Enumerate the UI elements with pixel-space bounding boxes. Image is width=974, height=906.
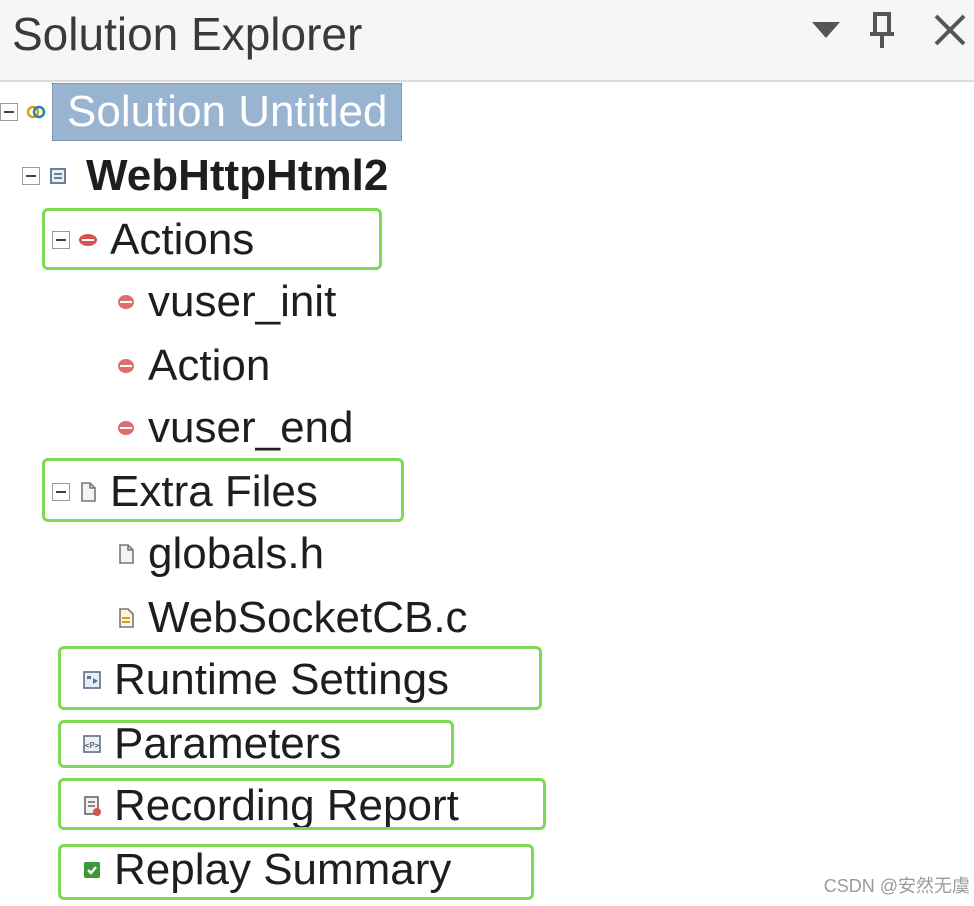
collapse-toggle[interactable] — [52, 483, 70, 501]
tree-item-label: Actions — [110, 215, 255, 264]
tree-item-label: Parameters — [114, 719, 342, 768]
script-icon — [46, 164, 70, 188]
replay-summary-icon — [80, 858, 104, 882]
collapse-toggle[interactable] — [52, 231, 70, 249]
tree-item-action-file[interactable]: vuser_end — [114, 398, 353, 458]
tree-item-label: vuser_init — [148, 277, 337, 326]
solution-icon — [24, 100, 48, 124]
tree-item-extra-file[interactable]: WebSocketCB.c — [114, 588, 468, 648]
tree-item-label: Action — [148, 341, 271, 390]
actions-icon — [76, 228, 100, 252]
tree-item-label: globals.h — [148, 529, 325, 578]
tree-item-solution[interactable]: Solution Untitled — [0, 82, 403, 142]
tree-item-parameters[interactable]: <P> Parameters — [80, 714, 341, 774]
tree-item-label: Extra Files — [110, 467, 318, 516]
recording-report-icon — [80, 794, 104, 818]
close-icon — [934, 14, 966, 46]
tree-item-script[interactable]: WebHttpHtml2 — [22, 146, 388, 206]
tree-item-label: Recording Report — [114, 781, 459, 830]
runtime-settings-icon — [80, 668, 104, 692]
collapse-toggle[interactable] — [0, 103, 18, 121]
tree-item-label: WebHttpHtml2 — [86, 151, 389, 200]
file-icon — [76, 480, 100, 504]
solution-tree: Solution Untitled WebHttpHtml2 Actions v… — [0, 80, 974, 906]
tree-item-replay-summary[interactable]: Replay Summary — [80, 840, 451, 900]
tree-item-label: Runtime Settings — [114, 655, 450, 704]
collapse-toggle[interactable] — [22, 167, 40, 185]
tree-item-recording-report[interactable]: Recording Report — [80, 776, 459, 836]
tree-item-actions[interactable]: Actions — [52, 210, 254, 270]
panel-title: Solution Explorer — [12, 8, 363, 60]
close-button[interactable] — [928, 8, 972, 52]
pin-icon — [870, 12, 894, 48]
c-file-icon — [114, 606, 138, 630]
tree-item-label: WebSocketCB.c — [148, 593, 468, 642]
tree-item-runtime-settings[interactable]: Runtime Settings — [80, 650, 449, 710]
svg-text:<P>: <P> — [85, 741, 100, 750]
tree-item-extra-files[interactable]: Extra Files — [52, 462, 318, 522]
action-file-icon — [114, 354, 138, 378]
tree-item-label: Replay Summary — [114, 845, 452, 894]
tree-item-label: vuser_end — [148, 403, 354, 452]
pin-button[interactable] — [860, 8, 904, 52]
file-icon — [114, 542, 138, 566]
chevron-down-icon — [812, 22, 840, 38]
panel-header: Solution Explorer — [0, 0, 974, 82]
dropdown-button[interactable] — [804, 8, 848, 52]
parameters-icon: <P> — [80, 732, 104, 756]
tree-item-action-file[interactable]: Action — [114, 336, 270, 396]
action-file-icon — [114, 416, 138, 440]
action-file-icon — [114, 290, 138, 314]
tree-item-label: Solution Untitled — [52, 83, 403, 141]
tree-item-action-file[interactable]: vuser_init — [114, 272, 336, 332]
tree-item-extra-file[interactable]: globals.h — [114, 524, 324, 584]
watermark: CSDN @安然无虞 — [823, 876, 970, 896]
